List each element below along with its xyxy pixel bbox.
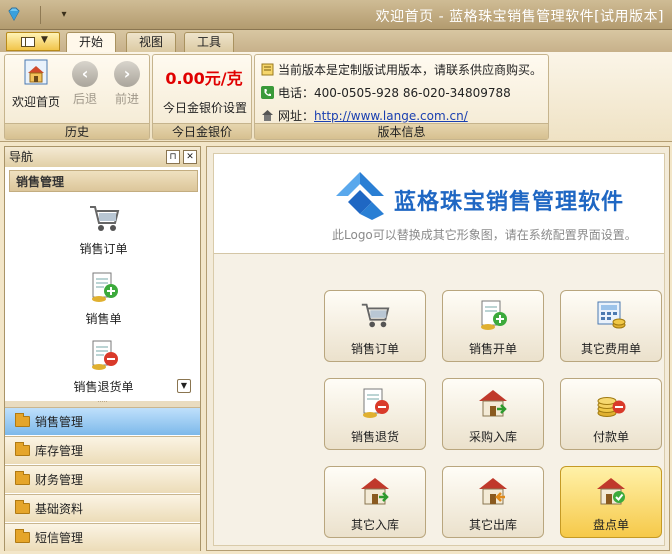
home-page-icon xyxy=(24,59,48,85)
nav-category-sales[interactable]: 销售管理 xyxy=(5,407,200,435)
house-in-icon xyxy=(479,390,507,417)
pin-icon[interactable]: ⊓ xyxy=(166,150,180,164)
phone-icon xyxy=(261,86,274,99)
nav-category-sms[interactable]: 短信管理 xyxy=(5,523,200,551)
ribbon-tab-row: ▼ 开始 视图 工具 xyxy=(0,30,672,53)
navigation-panel: 导航 ⊓ ✕ 销售管理 销售订单 销售单 销售退货单 ▼ ····· 销售管理 … xyxy=(4,146,201,551)
welcome-page: 蓝格珠宝销售管理软件 此Logo可以替换成其它形象图，请在系统配置界面设置。 销… xyxy=(213,153,665,546)
house-icon xyxy=(262,110,273,121)
ribbon-group-label: 版本信息 xyxy=(255,123,548,139)
website-link[interactable]: http://www.lange.com.cn/ xyxy=(314,109,468,123)
calculator-icon xyxy=(597,301,626,329)
nav-category-inventory[interactable]: 库存管理 xyxy=(5,436,200,464)
folder-icon xyxy=(15,500,30,514)
phone-line: 电话：400-0505-928 86-020-34809788 xyxy=(261,84,511,101)
ribbon-group-label: 今日金银价 xyxy=(153,123,251,139)
nav-category-basic-data[interactable]: 基础资料 xyxy=(5,494,200,522)
tile-sales-bill[interactable]: 销售开单 xyxy=(442,290,544,362)
navigation-header: 导航 ⊓ ✕ xyxy=(5,147,200,167)
ribbon: 欢迎首页 ‹ 后退 › 前进 历史 0.00元/克 今日金银价设置 今日金银价 … xyxy=(0,52,672,142)
nav-category-finance[interactable]: 财务管理 xyxy=(5,465,200,493)
nav-item-sales-order[interactable]: 销售订单 xyxy=(9,203,198,257)
tile-payment[interactable]: 付款单 xyxy=(560,378,662,450)
gold-price-value: 0.00元/克 xyxy=(165,69,243,88)
forward-button[interactable]: › 前进 xyxy=(107,57,147,107)
coins-icon xyxy=(597,397,626,417)
house-out-icon xyxy=(479,478,507,505)
logo-title: 蓝格珠宝销售管理软件 xyxy=(394,190,625,215)
home-button-label: 欢迎首页 xyxy=(11,95,60,109)
tile-other-out[interactable]: 其它出库 xyxy=(442,466,544,538)
doc-remove-icon xyxy=(91,340,118,370)
folder-icon xyxy=(15,442,30,456)
nav-section-title: 销售管理 xyxy=(9,170,198,192)
house-in-icon xyxy=(361,478,389,505)
app-menu-icon xyxy=(21,37,35,47)
app-menu-button[interactable]: ▼ xyxy=(6,32,60,51)
logo-note: 此Logo可以替换成其它形象图，请在系统配置界面设置。 xyxy=(332,228,637,242)
back-button-label: 后退 xyxy=(72,92,97,106)
cart-icon xyxy=(361,303,390,328)
tile-sales-return[interactable]: 销售退货 xyxy=(324,378,426,450)
main-content: 蓝格珠宝销售管理软件 此Logo可以替换成其它形象图，请在系统配置界面设置。 销… xyxy=(206,146,670,551)
notepad-icon xyxy=(261,63,274,76)
version-notice: 当前版本是定制版试用版本，请联系供应商购买。 xyxy=(261,61,542,78)
tile-purchase-in[interactable]: 采购入库 xyxy=(442,378,544,450)
house-check-icon xyxy=(597,478,625,505)
tile-other-expense[interactable]: 其它费用单 xyxy=(560,290,662,362)
tile-other-in[interactable]: 其它入库 xyxy=(324,466,426,538)
website-line: 网址：http://www.lange.com.cn/ xyxy=(261,107,468,124)
nav-item-sales-bill[interactable]: 销售单 xyxy=(9,271,198,327)
phone-number: 400-0505-928 86-020-34809788 xyxy=(314,86,511,100)
nav-item-sales-return[interactable]: 销售退货单 xyxy=(9,339,198,395)
forward-arrow-icon: › xyxy=(114,61,140,87)
tile-sales-order[interactable]: 销售订单 xyxy=(324,290,426,362)
chevron-down-icon: ▼ xyxy=(41,35,48,45)
close-icon[interactable]: ✕ xyxy=(183,150,197,164)
logo-banner: 蓝格珠宝销售管理软件 此Logo可以替换成其它形象图，请在系统配置界面设置。 xyxy=(214,154,664,254)
doc-add-icon xyxy=(91,272,118,302)
ribbon-group-label: 历史 xyxy=(5,123,149,139)
forward-button-label: 前进 xyxy=(114,92,139,106)
gold-price-setting-button[interactable]: 今日金银价设置 xyxy=(157,99,253,116)
navigation-title: 导航 xyxy=(9,150,34,164)
ribbon-group-gold-price: 0.00元/克 今日金银价设置 今日金银价 xyxy=(152,54,252,140)
quick-access-separator xyxy=(40,6,41,24)
folder-icon xyxy=(15,529,30,543)
tile-stocktake[interactable]: 盘点单 xyxy=(560,466,662,538)
tab-tools[interactable]: 工具 xyxy=(184,32,235,52)
company-logo xyxy=(336,172,384,220)
folder-icon xyxy=(15,413,30,427)
tab-start[interactable]: 开始 xyxy=(66,32,117,53)
quick-access-dropdown-icon[interactable]: ▾ xyxy=(54,5,74,25)
doc-remove-icon xyxy=(363,388,389,418)
title-bar: ▾ 欢迎首页 - 蓝格珠宝销售管理软件[试用版本] xyxy=(0,0,672,30)
chevron-down-icon[interactable]: ▼ xyxy=(177,379,191,393)
diamond-icon[interactable] xyxy=(6,6,22,22)
tab-view[interactable]: 视图 xyxy=(126,32,177,52)
home-button[interactable]: 欢迎首页 xyxy=(9,57,63,110)
ribbon-group-history: 欢迎首页 ‹ 后退 › 前进 历史 xyxy=(4,54,150,140)
cart-icon xyxy=(89,206,119,231)
window-title: 欢迎首页 - 蓝格珠宝销售管理软件[试用版本] xyxy=(375,9,664,25)
doc-add-icon xyxy=(481,300,507,330)
ribbon-group-version-info: 当前版本是定制版试用版本，请联系供应商购买。 电话：400-0505-928 8… xyxy=(254,54,549,140)
folder-icon xyxy=(15,471,30,485)
back-button[interactable]: ‹ 后退 xyxy=(65,57,105,107)
back-arrow-icon: ‹ xyxy=(72,61,98,87)
